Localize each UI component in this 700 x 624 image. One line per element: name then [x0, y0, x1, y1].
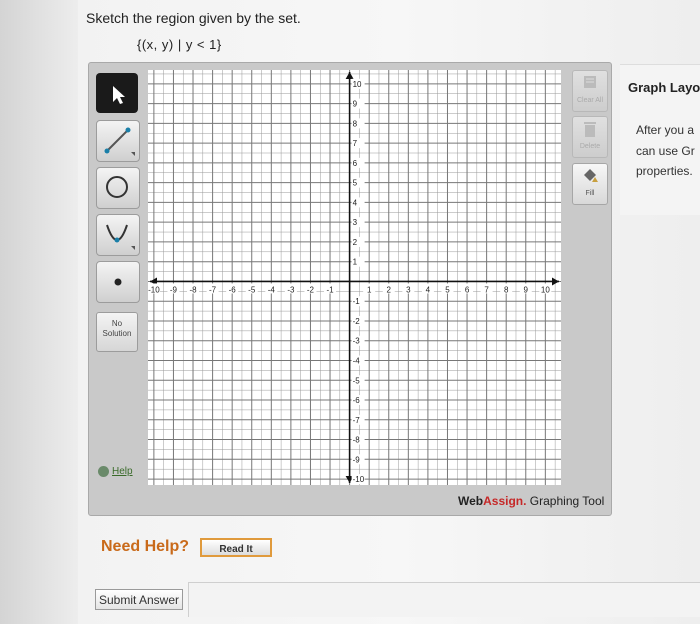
line-icon: [104, 127, 135, 156]
x-tick-label: 1: [367, 285, 372, 294]
y-tick-label: -4: [353, 357, 361, 366]
x-tick-label: 4: [426, 285, 431, 294]
x-tick-label: 2: [387, 285, 392, 294]
help-icon: [98, 466, 109, 477]
submit-answer-button[interactable]: Submit Answer: [95, 589, 183, 610]
no-solution-label-2: Solution: [102, 329, 132, 338]
x-tick-label: 5: [445, 285, 450, 294]
y-tick-label: -2: [353, 317, 361, 326]
x-tick-label: 9: [524, 285, 529, 294]
fill-button[interactable]: Fill: [572, 163, 608, 205]
arrow-cursor-icon: [113, 86, 125, 104]
help-link-label: Help: [112, 466, 133, 477]
x-tick-label: -3: [287, 285, 295, 294]
graph-area[interactable]: -10 -9 -8 -7 -6 -5 -4 -3 -2 -1 1 2 3 4 5 6 7 8 9 10 10 9 8 7 6 5 4…: [147, 70, 561, 485]
brand-tool: Graphing Tool: [526, 494, 605, 508]
y-tick-label: 3: [353, 218, 358, 227]
coordinate-grid[interactable]: -10 -9 -8 -7 -6 -5 -4 -3 -2 -1 1 2 3 4 5 6 7 8 9 10 10 9 8 7 6 5 4…: [147, 70, 561, 485]
left-margin: [0, 0, 78, 624]
answer-area: [188, 582, 700, 617]
y-tick-label: 4: [353, 198, 358, 207]
y-tick-label: -10: [353, 475, 365, 484]
x-tick-label: -5: [248, 285, 256, 294]
y-tick-label: -8: [353, 436, 361, 445]
x-tick-label: 10: [541, 285, 550, 294]
point-icon: [114, 278, 122, 286]
graph-layers-text-3: properties.: [636, 164, 693, 178]
x-tick-label: -6: [229, 285, 237, 294]
point-tool-button[interactable]: [96, 261, 140, 303]
delete-button[interactable]: Delete: [572, 116, 608, 158]
no-solution-button[interactable]: No Solution: [96, 312, 138, 352]
y-tick-label: 2: [353, 238, 358, 247]
circle-icon: [106, 176, 128, 198]
x-tick-label: -4: [268, 285, 276, 294]
need-help-heading: Need Help?: [101, 538, 190, 555]
y-tick-label: 10: [353, 80, 362, 89]
select-tool-button[interactable]: [96, 73, 138, 113]
set-notation: {(x, y) | y < 1}: [137, 37, 222, 52]
circle-tool-button[interactable]: [96, 167, 140, 209]
no-solution-label-1: No: [111, 319, 123, 328]
trash-icon: [584, 122, 596, 137]
x-tick-label: 6: [465, 285, 470, 294]
y-tick-label: 7: [353, 139, 358, 148]
y-tick-label: 1: [353, 258, 358, 267]
x-tick-label: -8: [189, 285, 197, 294]
parabola-icon: [106, 224, 135, 250]
webassign-branding: WebAssign. Graphing Tool: [458, 494, 604, 508]
y-tick-label: -9: [353, 455, 361, 464]
delete-label: Delete: [579, 143, 601, 150]
x-tick-label: 7: [484, 285, 489, 294]
question-prompt: Sketch the region given by the set.: [86, 10, 301, 26]
x-tick-label: 8: [504, 285, 509, 294]
y-tick-label: -1: [353, 297, 361, 306]
clear-all-icon: [584, 76, 596, 88]
x-tick-label: -9: [170, 285, 178, 294]
read-it-button[interactable]: Read It: [200, 538, 272, 557]
y-tick-label: 9: [353, 100, 358, 109]
x-tick-label: -7: [209, 285, 217, 294]
y-tick-label: -7: [353, 416, 361, 425]
x-tick-label: -1: [326, 285, 334, 294]
x-tick-label: 3: [406, 285, 411, 294]
y-tick-label: -6: [353, 396, 361, 405]
parabola-tool-button[interactable]: [96, 214, 140, 256]
y-tick-label: 8: [353, 119, 358, 128]
fill-label: Fill: [585, 190, 595, 197]
x-axis-arrow-right: [552, 277, 559, 286]
x-tick-label: -10: [148, 285, 160, 294]
paint-bucket-icon: [584, 169, 598, 182]
graph-layers-text-2: can use Gr: [636, 144, 695, 158]
y-axis-arrow-up: [345, 72, 354, 79]
y-tick-label: 6: [353, 159, 358, 168]
brand-web: Web: [458, 494, 484, 508]
graph-layers-text-1: After you a: [636, 123, 695, 137]
y-tick-label: -5: [353, 376, 361, 385]
x-tick-label: -2: [307, 285, 315, 294]
clear-all-label: Clear All: [576, 97, 604, 104]
brand-assign: Assign.: [483, 494, 527, 508]
graph-layers-title: Graph Layo: [628, 80, 700, 95]
help-link[interactable]: Help: [98, 466, 133, 477]
y-tick-label: 5: [353, 179, 358, 188]
clear-all-button[interactable]: Clear All: [572, 70, 608, 112]
y-tick-label: -3: [353, 337, 361, 346]
line-tool-button[interactable]: [96, 120, 140, 162]
